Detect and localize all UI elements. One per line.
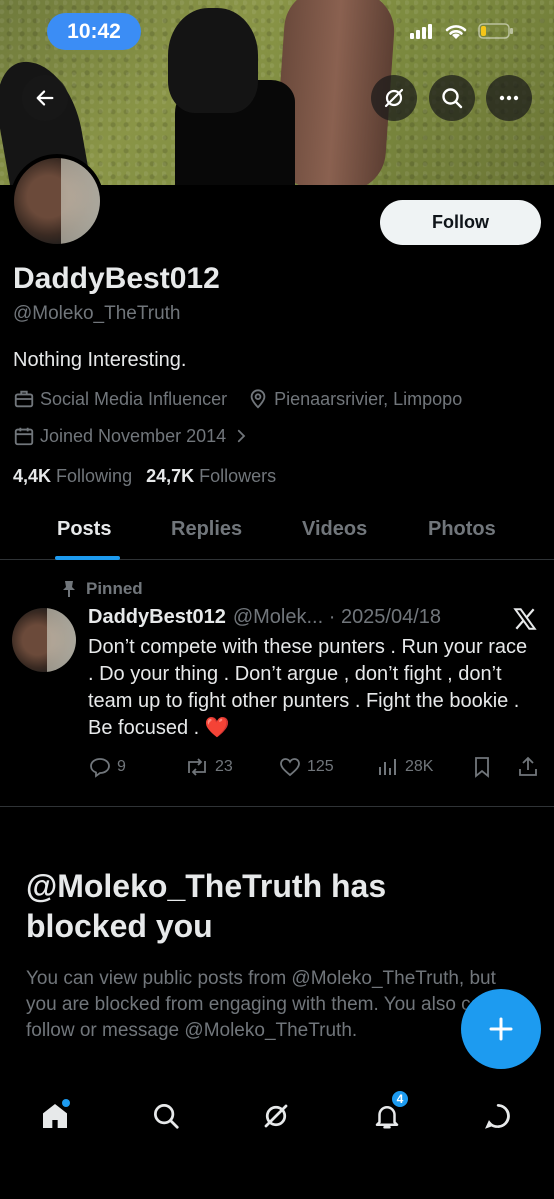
- blocked-text: You can view public posts from @Moleko_T…: [26, 968, 519, 1041]
- nav-grok[interactable]: [259, 1099, 293, 1133]
- back-button[interactable]: [22, 75, 68, 121]
- nav-notifications[interactable]: 4: [370, 1089, 410, 1133]
- following-label: Following: [56, 466, 133, 486]
- following-count: 4,4K: [13, 466, 52, 486]
- post-author[interactable]: DaddyBest012: [88, 606, 226, 629]
- like-count: 125: [307, 758, 334, 775]
- grok-button[interactable]: [371, 75, 417, 121]
- followers-count: 24,7K: [146, 466, 195, 486]
- reply-button[interactable]: 9: [88, 755, 126, 779]
- post-avatar[interactable]: [12, 608, 76, 672]
- compose-button[interactable]: [461, 989, 541, 1069]
- profile-bio: Nothing Interesting.: [13, 349, 187, 371]
- bookmark-icon: [475, 757, 489, 778]
- follow-button[interactable]: Follow: [380, 200, 541, 245]
- post-actions: 9 23 125 28K: [88, 755, 543, 781]
- tab-videos[interactable]: Videos: [302, 518, 367, 541]
- pinned-label: Pinned: [62, 579, 143, 599]
- tab-posts[interactable]: Posts: [57, 518, 111, 541]
- home-notification-dot: [62, 1099, 70, 1107]
- profile-meta-row: Social Media Influencer Pienaarsrivier, …: [13, 388, 462, 410]
- pinned-text: Pinned: [86, 579, 143, 598]
- post-body[interactable]: Don’t compete with these punters . Run y…: [88, 634, 538, 742]
- signal-icon: [410, 24, 432, 39]
- post-divider: [0, 806, 554, 807]
- followers-link[interactable]: 24,7K Followers: [146, 466, 276, 487]
- heart-emoji: ❤️: [204, 717, 230, 739]
- post-header: DaddyBest012 @Molek... · 2025/04/18: [88, 606, 441, 629]
- message-icon: [485, 1104, 510, 1129]
- repost-icon: [188, 758, 206, 776]
- profile-tabs: Posts Replies Videos Photos: [0, 504, 554, 560]
- views-count: 28K: [405, 758, 434, 775]
- x-logo-icon: [513, 608, 537, 630]
- post-text: Don’t compete with these punters . Run y…: [88, 636, 528, 739]
- arrow-left-icon: [36, 90, 54, 106]
- nav-messages[interactable]: [481, 1099, 515, 1133]
- repost-button[interactable]: 23: [184, 755, 233, 779]
- follow-counts: 4,4K Following 24,7K Followers: [13, 466, 276, 487]
- nav-search[interactable]: [149, 1099, 183, 1133]
- nav-home[interactable]: [38, 1099, 72, 1133]
- reply-icon: [90, 758, 110, 778]
- followers-label: Followers: [199, 466, 277, 486]
- search-icon: [154, 1104, 179, 1129]
- search-icon: [442, 88, 463, 109]
- post-handle-date: @Molek... · 2025/04/18: [232, 606, 442, 628]
- notifications-badge: 4: [390, 1089, 410, 1109]
- more-icon: [499, 95, 519, 101]
- active-tab-indicator: [55, 556, 120, 560]
- status-icons: [410, 22, 514, 40]
- heart-icon: [280, 758, 300, 777]
- battery-icon: [478, 23, 513, 39]
- display-name: DaddyBest012: [13, 262, 220, 295]
- share-button[interactable]: [516, 755, 540, 779]
- chevron-right-icon: [237, 429, 246, 443]
- plus-icon: [489, 1017, 513, 1041]
- joined-row[interactable]: Joined November 2014: [13, 425, 255, 447]
- grok-icon: [264, 1104, 288, 1128]
- like-button[interactable]: 125: [278, 755, 334, 779]
- banner-photo-shape: [168, 8, 258, 113]
- following-link[interactable]: 4,4K Following: [13, 466, 132, 487]
- more-button[interactable]: [486, 75, 532, 121]
- location-pin-icon: [250, 389, 266, 409]
- grok-icon: [384, 88, 404, 108]
- profile-location: Pienaarsrivier, Limpopo: [274, 388, 463, 409]
- search-button[interactable]: [429, 75, 475, 121]
- status-time: 10:42: [47, 13, 141, 50]
- bottom-nav: 4: [0, 1085, 554, 1145]
- bookmark-button[interactable]: [471, 755, 493, 779]
- briefcase-icon: [14, 390, 34, 408]
- views-button[interactable]: 28K: [376, 755, 433, 779]
- calendar-icon: [14, 427, 34, 446]
- profile-joined: Joined November 2014: [40, 425, 227, 446]
- wifi-icon: [445, 25, 467, 39]
- views-icon: [379, 759, 396, 775]
- profile-handle: @Moleko_TheTruth: [13, 303, 181, 324]
- profile-avatar[interactable]: [10, 154, 104, 248]
- pin-icon: [63, 581, 75, 597]
- blocked-title: @Moleko_TheTruth has blocked you: [26, 868, 387, 944]
- share-icon: [519, 756, 537, 776]
- repost-count: 23: [215, 758, 233, 775]
- reply-count: 9: [117, 758, 126, 775]
- profile-category: Social Media Influencer: [40, 388, 228, 409]
- tab-photos[interactable]: Photos: [428, 518, 496, 541]
- tab-replies[interactable]: Replies: [171, 518, 242, 541]
